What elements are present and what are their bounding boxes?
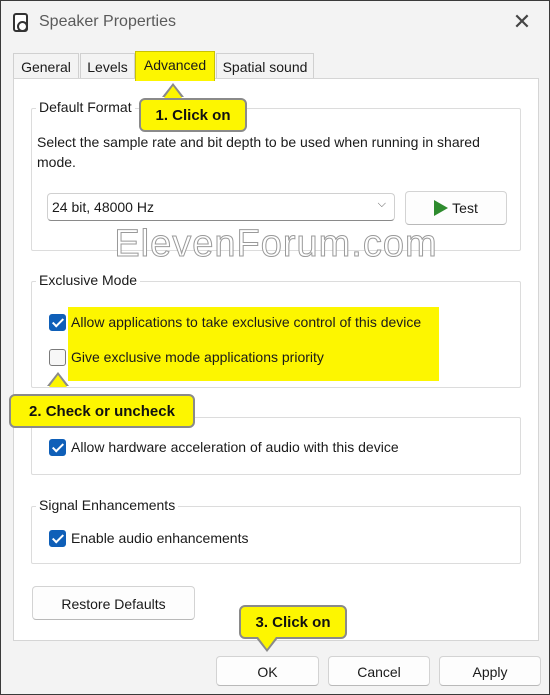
give-priority-checkbox[interactable] bbox=[49, 349, 66, 366]
play-icon bbox=[434, 200, 449, 216]
test-button-label: Test bbox=[452, 200, 478, 216]
apply-button[interactable]: Apply bbox=[439, 656, 541, 686]
default-format-description: Select the sample rate and bit depth to … bbox=[37, 134, 480, 170]
tab-levels[interactable]: Levels bbox=[80, 53, 135, 79]
test-button[interactable]: Test bbox=[405, 191, 507, 225]
sample-rate-dropdown[interactable]: 24 bit, 48000 Hz ⌵ bbox=[47, 193, 395, 221]
enable-enhancements-row[interactable]: Enable audio enhancements bbox=[49, 529, 349, 549]
allow-exclusive-control-checkbox[interactable] bbox=[49, 314, 66, 331]
exclusive-mode-label: Exclusive Mode bbox=[36, 272, 141, 288]
tab-spatial-sound[interactable]: Spatial sound bbox=[216, 53, 314, 79]
watermark: ElevenForum.com bbox=[114, 223, 438, 266]
callout-2-pointer bbox=[49, 375, 67, 387]
close-button[interactable]: ✕ bbox=[509, 9, 535, 35]
enable-enhancements-checkbox[interactable] bbox=[49, 530, 66, 547]
enable-enhancements-label: Enable audio enhancements bbox=[71, 530, 249, 546]
signal-enhancements-label: Signal Enhancements bbox=[36, 497, 179, 513]
callout-step-1: 1. Click on bbox=[139, 98, 247, 132]
tab-advanced[interactable]: Advanced bbox=[135, 51, 215, 81]
speaker-icon bbox=[13, 13, 28, 32]
title-bar: Speaker Properties ✕ bbox=[1, 1, 549, 45]
speaker-properties-window: Speaker Properties ✕ General Levels Adva… bbox=[0, 0, 550, 695]
callout-3-pointer bbox=[258, 637, 276, 649]
ok-button[interactable]: OK bbox=[216, 656, 319, 686]
allow-hardware-acceleration-row[interactable]: Allow hardware acceleration of audio wit… bbox=[49, 438, 449, 458]
default-format-label: Default Format bbox=[36, 99, 135, 115]
allow-exclusive-control-row[interactable]: Allow applications to take exclusive con… bbox=[49, 313, 449, 333]
give-priority-row[interactable]: Give exclusive mode applications priorit… bbox=[49, 348, 449, 368]
callout-step-2: 2. Check or uncheck bbox=[9, 394, 195, 428]
callout-1-pointer bbox=[164, 86, 182, 98]
chevron-down-icon: ⌵ bbox=[377, 198, 386, 210]
cancel-button[interactable]: Cancel bbox=[328, 656, 430, 686]
restore-defaults-button[interactable]: Restore Defaults bbox=[32, 586, 195, 620]
allow-hardware-acceleration-checkbox[interactable] bbox=[49, 439, 66, 456]
allow-exclusive-control-label: Allow applications to take exclusive con… bbox=[71, 314, 422, 330]
sample-rate-value: 24 bit, 48000 Hz bbox=[52, 199, 154, 215]
window-title: Speaker Properties bbox=[39, 13, 176, 30]
callout-step-3: 3. Click on bbox=[239, 605, 347, 639]
allow-hardware-acceleration-label: Allow hardware acceleration of audio wit… bbox=[71, 439, 399, 455]
tab-general[interactable]: General bbox=[13, 53, 79, 79]
give-priority-label: Give exclusive mode applications priorit… bbox=[71, 349, 324, 365]
